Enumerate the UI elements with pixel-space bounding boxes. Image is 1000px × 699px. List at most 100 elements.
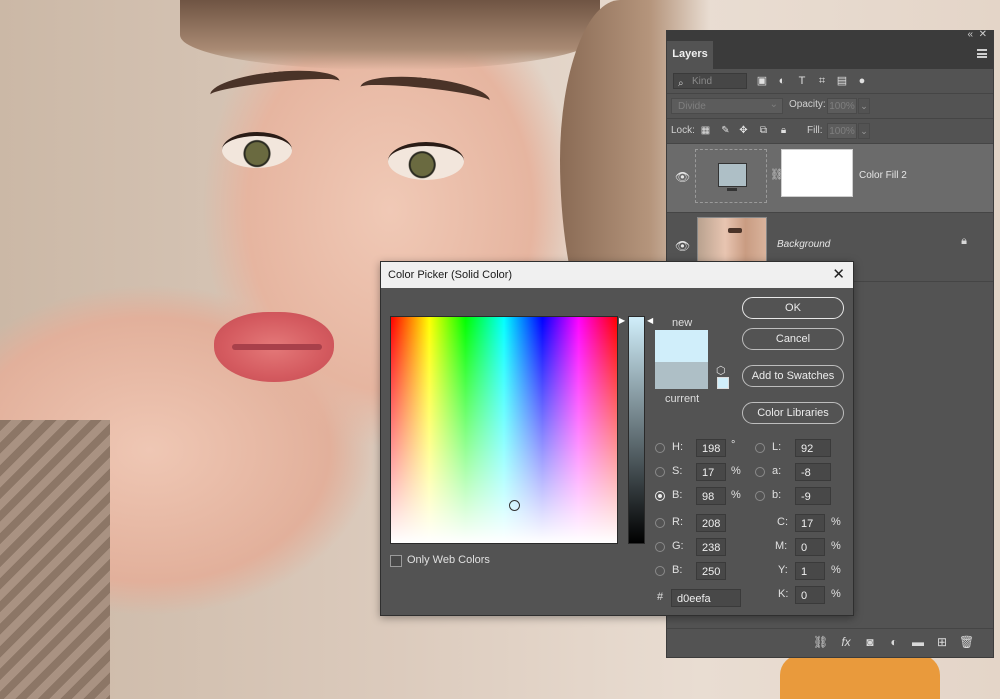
opacity-dropdown-icon[interactable]: ⌄: [858, 98, 870, 114]
hue-radio[interactable]: [655, 443, 665, 453]
lock-label: Lock:: [671, 125, 695, 136]
lock-artboard-icon[interactable]: ⧉: [757, 124, 770, 137]
slider-arrow-right-icon[interactable]: ◀: [647, 316, 653, 325]
layers-footer: ⛓︎ fx ◙ ◐ ▬ ⊞ 🗑︎: [667, 628, 993, 657]
lock-transparency-icon[interactable]: ▦: [699, 124, 712, 137]
black-unit: %: [831, 588, 841, 600]
fx-icon[interactable]: fx: [839, 635, 853, 649]
cancel-button[interactable]: Cancel: [742, 328, 844, 350]
layer-row[interactable]: 👁︎ ⛓︎ Color Fill 2: [667, 144, 993, 213]
link-layers-icon[interactable]: ⛓︎: [813, 635, 828, 649]
panel-tab-bar: Layers: [667, 41, 993, 69]
collapse-icon[interactable]: «: [967, 29, 973, 40]
b-channel-radio[interactable]: [755, 491, 765, 501]
web-safe-swatch[interactable]: [717, 377, 729, 389]
saturation-input[interactable]: 17: [696, 463, 726, 481]
group-folder-icon[interactable]: ▬: [911, 635, 925, 649]
new-label: new: [672, 317, 693, 329]
kind-filter-select[interactable]: ⌕ Kind: [673, 73, 747, 89]
lips-line: [232, 344, 322, 350]
a-channel-label: a:: [772, 465, 782, 477]
hex-input[interactable]: d0eefa: [671, 589, 741, 607]
red-radio[interactable]: [655, 518, 665, 528]
close-icon[interactable]: ✕: [832, 262, 845, 288]
cyan-label: C:: [777, 516, 788, 528]
saturation-radio[interactable]: [655, 467, 665, 477]
panel-top-strip: « ✕: [667, 29, 993, 41]
lightness-input[interactable]: 92: [795, 439, 831, 457]
red-input[interactable]: 208: [696, 514, 726, 532]
eye-icon[interactable]: 👁︎: [675, 239, 690, 253]
dialog-title-bar: Color Picker (Solid Color) ✕: [381, 262, 853, 288]
layer-name[interactable]: Color Fill 2: [859, 170, 907, 181]
brightness-input[interactable]: 98: [696, 487, 726, 505]
shape-filter-icon[interactable]: ⌗: [815, 74, 829, 88]
green-radio[interactable]: [655, 542, 665, 552]
web-safe-cube-icon[interactable]: ⬡: [716, 364, 726, 377]
yellow-unit: %: [831, 564, 841, 576]
close-icon[interactable]: ✕: [979, 29, 987, 40]
fill-input[interactable]: 100%: [827, 123, 857, 139]
brightness-radio[interactable]: [655, 491, 665, 501]
blend-mode-select[interactable]: Divide: [671, 97, 783, 114]
lock-image-icon[interactable]: ✎: [719, 124, 732, 137]
eyebrow-shape: [208, 65, 342, 111]
trash-icon[interactable]: 🗑︎: [959, 635, 974, 649]
fill-dropdown-icon[interactable]: ⌄: [858, 123, 870, 139]
a-channel-input[interactable]: -8: [795, 463, 831, 481]
new-layer-icon[interactable]: ⊞: [935, 635, 949, 649]
hair-shape: [180, 0, 600, 70]
layer-name[interactable]: Background: [777, 239, 830, 250]
search-icon: ⌕: [678, 78, 684, 89]
lock-all-icon[interactable]: 🔒︎: [777, 124, 790, 137]
adjustment-layer-icon[interactable]: ◐: [887, 635, 901, 649]
opacity-input[interactable]: 100%: [827, 98, 857, 114]
color-selection-ring[interactable]: [509, 500, 520, 511]
lock-position-icon[interactable]: ✥: [737, 124, 750, 137]
lightness-radio[interactable]: [755, 443, 765, 453]
black-input[interactable]: 0: [795, 586, 825, 604]
adjustment-filter-icon[interactable]: ◐: [775, 74, 789, 88]
blue-label: B:: [672, 564, 683, 576]
a-channel-radio[interactable]: [755, 467, 765, 477]
add-mask-icon[interactable]: ◙: [863, 635, 877, 649]
cushion-shape: [0, 420, 110, 699]
layer-mask-thumbnail[interactable]: [781, 149, 853, 197]
ok-button[interactable]: OK: [742, 297, 844, 319]
panel-menu-icon[interactable]: [977, 49, 987, 58]
smart-object-filter-icon[interactable]: ▤: [835, 74, 849, 88]
blue-radio[interactable]: [655, 566, 665, 576]
layer-thumbnail[interactable]: [697, 217, 767, 263]
cyan-unit: %: [831, 516, 841, 528]
hue-input[interactable]: 198: [696, 439, 726, 457]
yellow-input[interactable]: 1: [795, 562, 825, 580]
color-field[interactable]: [390, 316, 618, 544]
brightness-slider[interactable]: [628, 316, 645, 544]
brightness-label: B:: [672, 489, 683, 501]
add-to-swatches-button[interactable]: Add to Swatches: [742, 365, 844, 387]
filter-toggle-icon[interactable]: ●: [855, 74, 869, 88]
b-channel-input[interactable]: -9: [795, 487, 831, 505]
opacity-label: Opacity:: [789, 99, 826, 110]
fill-color-swatch: [718, 163, 747, 191]
brightness-unit: %: [731, 489, 741, 501]
layer-thumbnail[interactable]: [695, 149, 767, 203]
current-color-swatch[interactable]: [655, 362, 708, 389]
blue-input[interactable]: 250: [696, 562, 726, 580]
tab-layers[interactable]: Layers: [667, 41, 713, 69]
blend-row: Divide Opacity: 100% ⌄: [667, 94, 993, 119]
slider-arrow-left-icon[interactable]: ▶: [619, 316, 625, 325]
cyan-input[interactable]: 17: [795, 514, 825, 532]
green-input[interactable]: 238: [696, 538, 726, 556]
color-libraries-button[interactable]: Color Libraries: [742, 402, 844, 424]
eye-icon[interactable]: 👁︎: [675, 170, 690, 184]
yellow-label: Y:: [778, 564, 788, 576]
eye-shape: [388, 142, 464, 180]
type-filter-icon[interactable]: T: [795, 74, 809, 88]
green-label: G:: [672, 540, 684, 552]
only-web-colors-checkbox[interactable]: [390, 555, 402, 567]
lightness-label: L:: [772, 441, 782, 453]
magenta-input[interactable]: 0: [795, 538, 825, 556]
image-filter-icon[interactable]: ▣: [755, 74, 769, 88]
fill-label: Fill:: [807, 125, 823, 136]
